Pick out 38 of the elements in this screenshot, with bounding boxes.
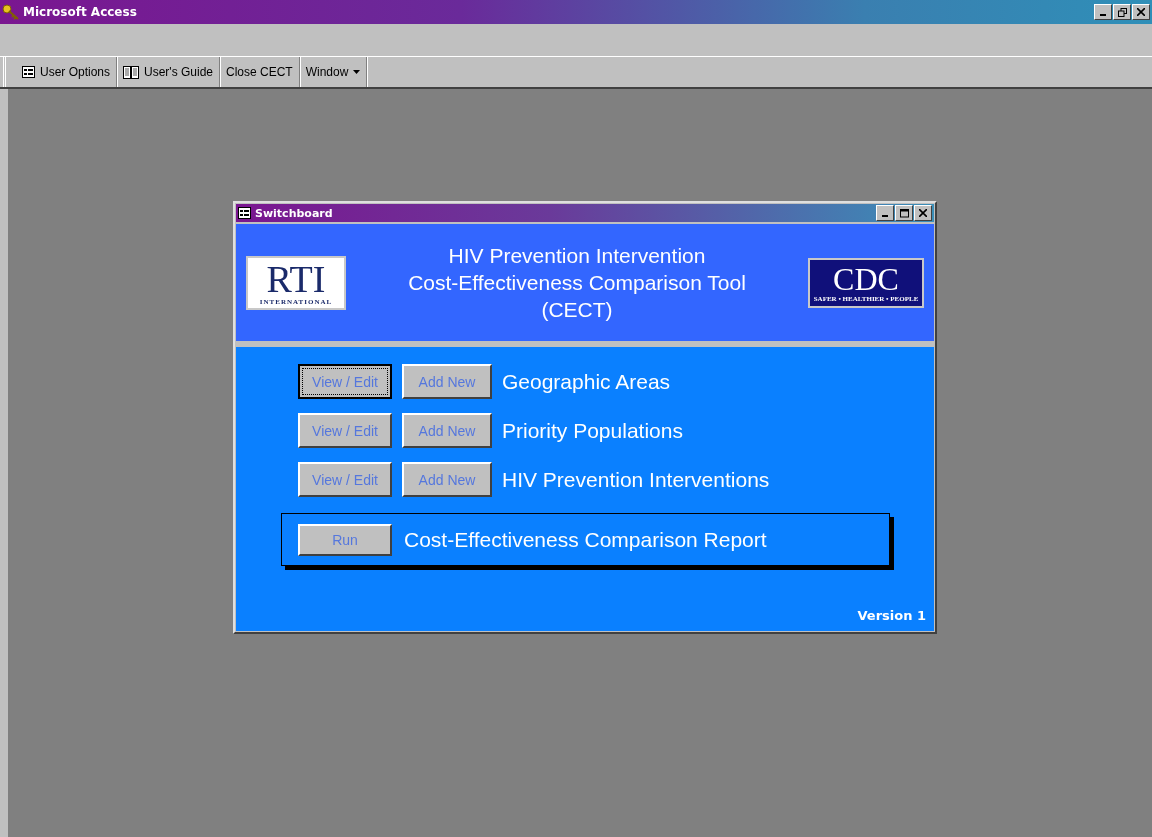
toolbar-button[interactable]: User Options (16, 57, 118, 87)
toolbar-button[interactable]: Close CECT (220, 57, 300, 87)
close-icon (1137, 8, 1145, 16)
maximize-button[interactable] (895, 205, 913, 221)
header-title: HIV Prevention Intervention (447, 243, 707, 269)
minimize-button[interactable] (1094, 4, 1112, 20)
restore-icon (1117, 7, 1127, 17)
book-icon (123, 65, 140, 79)
view-edit-button[interactable]: View / Edit (298, 462, 392, 497)
view-edit-button[interactable]: View / Edit (298, 364, 392, 399)
report-label: Cost-Effectiveness Comparison Report (404, 527, 767, 552)
switchboard-title: Switchboard (255, 206, 333, 220)
minimize-button[interactable] (876, 205, 894, 221)
header-title: (CECT) (540, 297, 614, 323)
add-new-button[interactable]: Add New (402, 364, 492, 399)
restore-button[interactable] (1113, 4, 1131, 20)
run-button[interactable]: Run (298, 523, 392, 556)
close-icon (919, 209, 927, 217)
close-button[interactable] (1132, 4, 1150, 20)
logo-text: CDC (833, 262, 899, 295)
key-icon (2, 4, 20, 20)
view-edit-button[interactable]: View / Edit (298, 413, 392, 448)
close-button[interactable] (914, 205, 932, 221)
maximize-icon (899, 208, 909, 218)
version-label: Version 1 (857, 608, 926, 623)
row-label: Geographic Areas (502, 369, 671, 394)
toolbar-button[interactable]: User's Guide (117, 57, 220, 87)
row-label: HIV Prevention Interventions (502, 467, 770, 492)
logo-text: RTI (266, 259, 326, 298)
add-new-button[interactable]: Add New (402, 462, 492, 497)
form-icon (238, 207, 251, 219)
caret-icon (353, 70, 361, 74)
add-new-button[interactable]: Add New (402, 413, 492, 448)
form-icon (22, 66, 35, 78)
window-menu[interactable]: Window (299, 57, 368, 87)
row-label: Priority Populations (502, 418, 683, 443)
window-title: Microsoft Access (23, 5, 137, 19)
header-title: Cost-Effectiveness Comparison Tool (408, 270, 746, 296)
